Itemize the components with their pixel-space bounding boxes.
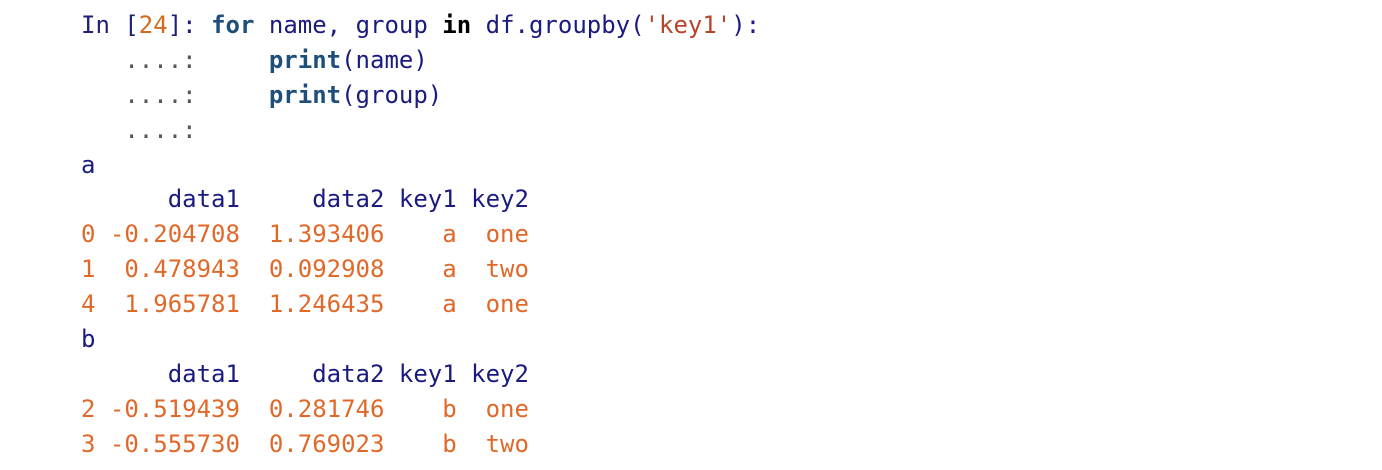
call-prefix: df.groupby( (471, 11, 645, 39)
code-block: In [24]: for name, group in df.groupby('… (81, 8, 760, 462)
call-suffix: ): (731, 11, 761, 39)
input-line-2: ....: print(name) (81, 43, 760, 78)
prompt-number: 24 (138, 11, 168, 39)
group-name: b (81, 325, 96, 354)
table-row: 3 -0.555730 0.769023 b two (81, 427, 760, 462)
row-index: 1 (81, 255, 96, 284)
row-values: -0.519439 0.281746 b one (95, 394, 529, 423)
table-header: data1 data2 key1 key2 (81, 185, 529, 214)
input-line-1: In [24]: for name, group in df.groupby('… (81, 8, 760, 43)
continuation-prompt: ....: (81, 80, 269, 109)
input-line-4: ....: (81, 113, 760, 148)
row-index: 3 (81, 429, 96, 458)
row-index: 0 (81, 220, 96, 249)
print-argument: (group) (341, 80, 443, 109)
table-row: 2 -0.519439 0.281746 b one (81, 392, 760, 427)
keyword-in: in (442, 11, 472, 39)
input-line-3: ....: print(group) (81, 78, 760, 113)
table-header: data1 data2 key1 key2 (81, 359, 529, 388)
group-name: a (81, 150, 96, 179)
row-values: 0.478943 0.092908 a two (95, 255, 529, 284)
print-keyword: print (268, 45, 342, 74)
row-values: -0.555730 0.769023 b two (95, 429, 529, 458)
continuation-prompt: ....: (81, 45, 269, 74)
table-row: 1 0.478943 0.092908 a two (81, 252, 760, 287)
table-row: 4 1.965781 1.246435 a one (81, 287, 760, 322)
prompt-suffix: ]: (167, 11, 212, 39)
prompt-prefix: In [ (81, 11, 139, 39)
row-index: 4 (81, 290, 96, 319)
print-keyword: print (268, 80, 342, 109)
print-argument: (name) (341, 45, 428, 74)
keyword-for: for (211, 11, 255, 39)
row-values: 1.965781 1.246435 a one (95, 290, 529, 319)
call-argument: 'key1' (644, 11, 732, 39)
loop-vars: name, group (254, 11, 443, 39)
table-row: 0 -0.204708 1.393406 a one (81, 217, 760, 252)
continuation-prompt: ....: (81, 115, 197, 144)
row-values: -0.204708 1.393406 a one (95, 220, 529, 249)
row-index: 2 (81, 394, 96, 423)
